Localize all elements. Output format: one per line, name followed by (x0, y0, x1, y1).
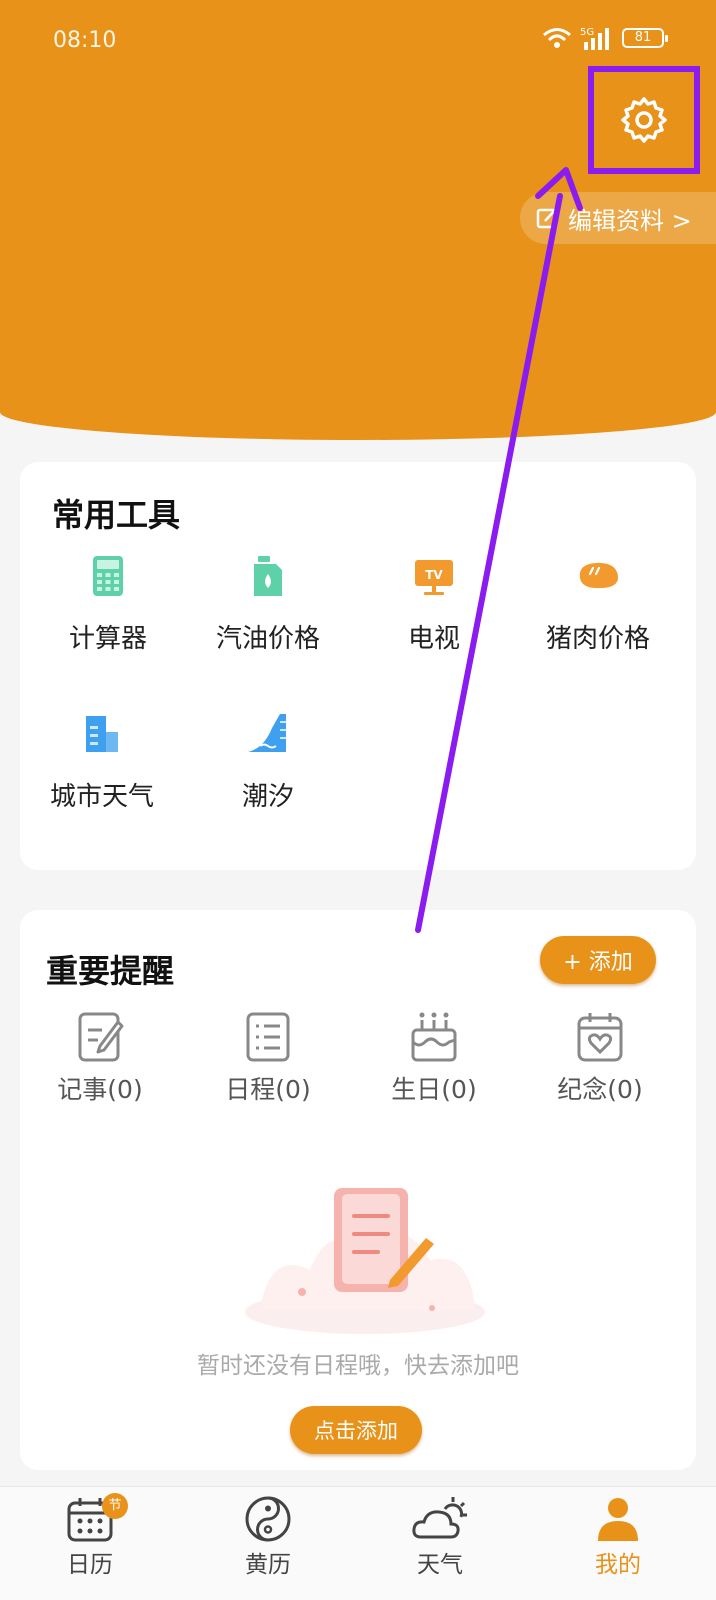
tool-label: 潮汐 (241, 782, 294, 812)
network-type: 5G (580, 27, 594, 38)
holiday-badge: 节 (102, 1493, 128, 1519)
settings-button[interactable] (588, 66, 700, 174)
nav-label: 黄历 (245, 1552, 291, 1578)
reminder-label: 纪念(0) (557, 1075, 643, 1104)
reminder-label: 日程(0) (225, 1075, 311, 1104)
common-tools-card: 常用工具 计算器 汽油价格 TV 电视 猪肉价格 城市天气 潮汐 (20, 462, 696, 870)
meat-icon (579, 562, 619, 589)
tool-label: 汽油价格 (215, 624, 320, 654)
svg-text:TV: TV (425, 568, 443, 582)
tools-title: 常用工具 (52, 496, 181, 534)
nav-label: 我的 (595, 1552, 641, 1578)
add-reminder-button[interactable]: + 添加 (540, 936, 656, 984)
click-add-button[interactable]: 点击添加 (290, 1406, 422, 1454)
person-icon (598, 1498, 638, 1541)
nav-item-weather[interactable]: 天气 (380, 1495, 500, 1579)
checklist-icon (246, 1012, 290, 1062)
gear-icon (621, 97, 667, 143)
nav-label: 天气 (417, 1552, 463, 1578)
tool-city-weather[interactable]: 城市天气 (22, 712, 182, 813)
birthday-cake-icon (411, 1012, 457, 1062)
gas-can-icon (254, 556, 282, 596)
calculator-icon (93, 556, 123, 596)
tool-label: 猪肉价格 (545, 624, 650, 654)
important-reminders-card: 重要提醒 + 添加 记事(0) 日程(0) 生日(0) 纪念(0) 暂时还没有日… (20, 910, 696, 1470)
status-icons: 5G 81 (542, 26, 668, 50)
status-time: 08:10 (53, 28, 117, 53)
nav-item-mine[interactable]: 我的 (558, 1495, 678, 1579)
nav-item-calendar[interactable]: 节 日历 (30, 1493, 150, 1579)
tool-pork-price[interactable]: 猪肉价格 (518, 554, 678, 655)
tool-calculator[interactable]: 计算器 (28, 554, 188, 655)
tool-tide[interactable]: 潮汐 (188, 712, 348, 813)
reminder-label: 生日(0) (391, 1075, 477, 1104)
reminder-birthday[interactable]: 生日(0) (354, 1010, 514, 1106)
reminder-anniversary[interactable]: 纪念(0) (520, 1010, 680, 1106)
reminder-label: 记事(0) (57, 1075, 143, 1104)
tool-tv[interactable]: TV 电视 (354, 554, 514, 655)
yin-yang-icon (245, 1496, 291, 1542)
nav-label: 日历 (67, 1552, 113, 1578)
tide-icon (248, 714, 286, 752)
nav-item-almanac[interactable]: 黄历 (208, 1495, 328, 1579)
city-building-icon (86, 716, 118, 752)
tool-label: 电视 (407, 624, 460, 654)
edit-icon (536, 208, 557, 229)
empty-schedule-text: 暂时还没有日程哦，快去添加吧 (197, 1353, 519, 1379)
tool-label: 计算器 (68, 624, 147, 654)
reminder-schedule[interactable]: 日程(0) (188, 1010, 348, 1106)
edit-profile-button[interactable]: 编辑资料 > (520, 192, 716, 244)
signal-icon: 5G (580, 27, 609, 50)
tool-gas-price[interactable]: 汽油价格 (188, 554, 348, 655)
wifi-icon (543, 28, 571, 48)
tool-label: 城市天气 (49, 782, 154, 812)
edit-profile-label: 编辑资料 > (568, 206, 692, 235)
heart-calendar-icon (577, 1013, 623, 1062)
reminder-notes[interactable]: 记事(0) (20, 1010, 180, 1106)
bottom-navigation: 节 日历 黄历 天气 我的 (0, 1486, 716, 1600)
battery-indicator: 81 (622, 28, 668, 48)
tv-icon: TV (415, 560, 453, 595)
weather-cloud-icon (412, 1497, 467, 1539)
note-icon (78, 1012, 124, 1062)
empty-schedule-illustration (245, 1188, 485, 1334)
reminders-title: 重要提醒 (46, 952, 175, 990)
